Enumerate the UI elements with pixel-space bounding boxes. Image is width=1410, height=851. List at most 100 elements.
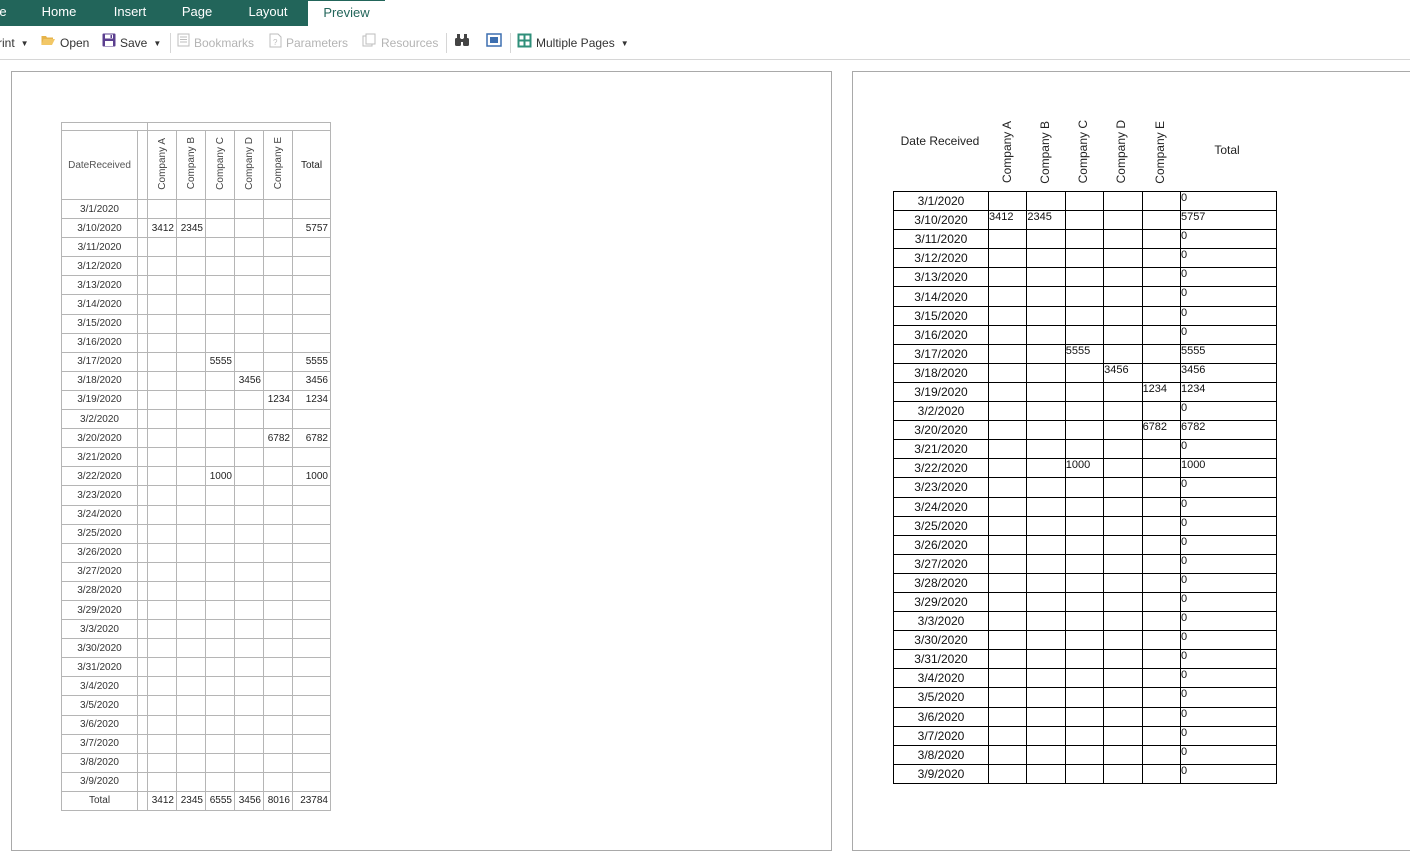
open-button[interactable]: Open xyxy=(40,34,89,52)
total-cell: 5757 xyxy=(292,218,331,239)
toolbar-separator xyxy=(510,33,511,53)
value-cell xyxy=(176,695,206,716)
table-cell xyxy=(137,351,148,372)
date-cell: 3/21/2020 xyxy=(61,447,138,468)
value-cell xyxy=(1026,649,1066,670)
table-row: 3/28/2020 xyxy=(61,580,331,601)
value-cell xyxy=(1103,420,1143,441)
date-cell: 3/16/2020 xyxy=(893,324,989,345)
value-cell xyxy=(1064,611,1105,632)
tab-layout[interactable]: Layout xyxy=(236,0,300,26)
parameters-button[interactable]: ? Parameters xyxy=(269,33,348,52)
value-cell: 3456 xyxy=(1103,362,1143,383)
date-cell: 3/23/2020 xyxy=(61,485,138,506)
value-cell xyxy=(1103,630,1143,651)
table-cell xyxy=(137,370,148,391)
value-cell xyxy=(205,523,235,544)
table-row: 3/14/2020 xyxy=(61,294,331,315)
value-cell xyxy=(987,668,1028,689)
value-cell xyxy=(1026,687,1066,708)
value-cell: 6782 xyxy=(263,428,293,449)
date-cell: 3/3/2020 xyxy=(61,619,138,640)
value-cell xyxy=(1103,305,1143,326)
value-cell xyxy=(1103,515,1143,536)
value-cell xyxy=(234,218,264,239)
single-page-view-button[interactable] xyxy=(486,33,506,52)
date-cell: 3/3/2020 xyxy=(893,611,989,632)
value-cell xyxy=(1064,534,1105,555)
value-cell xyxy=(1103,229,1143,250)
tab-file[interactable]: e xyxy=(0,0,10,26)
date-cell: 3/14/2020 xyxy=(893,286,989,307)
total-cell: 1234 xyxy=(292,389,331,411)
save-label: Save xyxy=(120,36,148,50)
tab-insert[interactable]: Insert xyxy=(100,0,160,26)
value-cell xyxy=(205,714,235,735)
value-cell xyxy=(205,599,235,621)
value-cell xyxy=(234,752,264,773)
value-cell xyxy=(147,332,177,353)
total-cell: 0 xyxy=(1179,572,1277,593)
value-cell: 3456 xyxy=(234,370,264,391)
total-cell xyxy=(292,237,331,258)
value-cell: 2345 xyxy=(176,790,206,812)
svg-text:?: ? xyxy=(273,38,278,47)
value-cell xyxy=(263,198,293,220)
total-cell xyxy=(292,580,331,601)
tab-preview[interactable]: Preview xyxy=(308,0,385,26)
find-button[interactable] xyxy=(454,34,474,52)
total-cell xyxy=(292,619,331,640)
total-cell: 5555 xyxy=(1179,343,1277,364)
date-cell: 3/6/2020 xyxy=(893,706,989,727)
value-cell xyxy=(176,599,206,621)
table-cell xyxy=(137,790,148,812)
value-cell xyxy=(263,771,293,792)
total-cell: 0 xyxy=(1179,591,1277,613)
multiple-pages-button[interactable]: Multiple Pages ▼ xyxy=(517,33,629,52)
value-cell xyxy=(263,275,293,296)
value-cell xyxy=(1026,591,1066,613)
value-cell xyxy=(263,542,293,563)
save-button[interactable]: Save ▼ xyxy=(102,33,161,52)
toolbar-separator xyxy=(170,33,171,53)
value-cell xyxy=(147,771,177,792)
value-cell xyxy=(176,485,206,506)
value-cell xyxy=(234,466,264,487)
total-cell: 0 xyxy=(1179,515,1277,536)
total-cell: 0 xyxy=(1179,763,1277,784)
value-cell xyxy=(1064,324,1105,345)
tab-home[interactable]: Home xyxy=(28,0,90,26)
value-cell xyxy=(1026,515,1066,536)
date-cell: 3/5/2020 xyxy=(893,687,989,708)
value-cell xyxy=(176,676,206,697)
value-cell xyxy=(1141,611,1181,632)
value-cell xyxy=(205,409,235,430)
tab-page[interactable]: Page xyxy=(170,0,224,26)
value-cell xyxy=(1064,210,1105,231)
print-button[interactable]: rint ▼ xyxy=(0,34,29,52)
total-cell: 1000 xyxy=(292,466,331,487)
value-cell xyxy=(205,695,235,716)
value-cell: 1000 xyxy=(1064,458,1105,479)
bookmarks-button[interactable]: Bookmarks xyxy=(177,33,254,52)
value-cell xyxy=(205,638,235,659)
value-cell xyxy=(1103,248,1143,269)
resources-button[interactable]: Resources xyxy=(362,33,438,52)
value-cell xyxy=(1141,477,1181,498)
bookmarks-icon xyxy=(177,33,190,52)
value-cell xyxy=(1141,286,1181,307)
table-cell xyxy=(137,752,148,773)
value-cell xyxy=(987,534,1028,555)
value-cell xyxy=(987,611,1028,632)
header-date-received: Date Received xyxy=(900,134,980,148)
date-cell: 3/6/2020 xyxy=(61,714,138,735)
value-cell xyxy=(263,256,293,277)
value-cell xyxy=(147,561,177,582)
date-cell: 3/17/2020 xyxy=(893,343,989,364)
date-cell: 3/25/2020 xyxy=(893,515,989,536)
table-row: 3/30/2020 0 xyxy=(893,630,1277,651)
value-cell xyxy=(1064,725,1105,746)
value-cell xyxy=(1026,534,1066,555)
value-cell xyxy=(987,401,1028,422)
date-cell: 3/25/2020 xyxy=(61,523,138,544)
